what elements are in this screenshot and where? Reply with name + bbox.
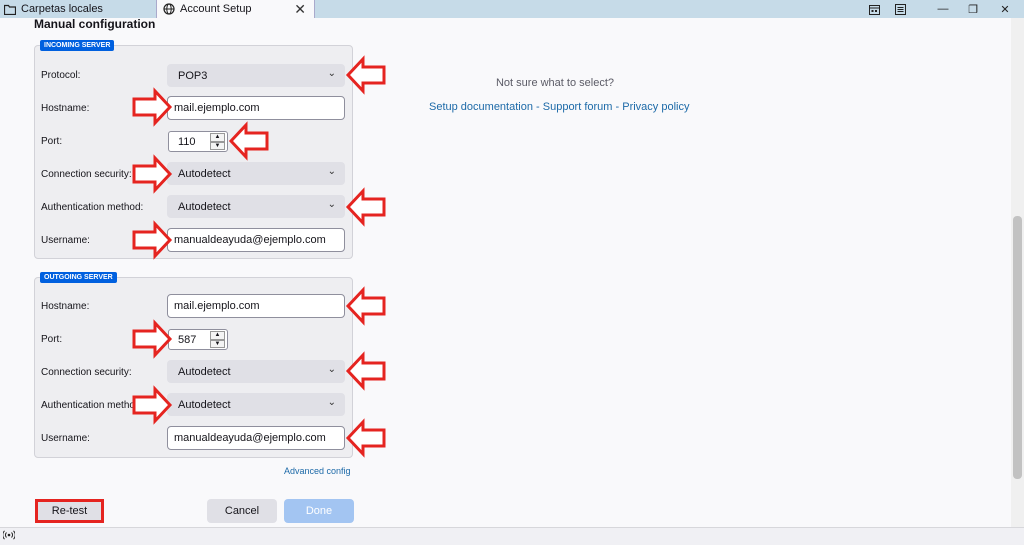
arrow-outgoing-auth	[132, 387, 172, 423]
arrow-outgoing-port	[132, 321, 172, 357]
arrow-incoming-security	[132, 156, 172, 192]
arrow-incoming-hostname	[132, 89, 172, 125]
arrow-outgoing-security	[346, 353, 386, 389]
arrow-incoming-port	[229, 123, 269, 159]
arrow-outgoing-username	[346, 420, 386, 456]
arrow-incoming-username	[132, 222, 172, 258]
arrow-outgoing-hostname	[346, 288, 386, 324]
arrow-protocol	[346, 57, 386, 93]
annotation-arrows-layer	[132, 57, 386, 456]
arrow-incoming-auth	[346, 189, 386, 225]
